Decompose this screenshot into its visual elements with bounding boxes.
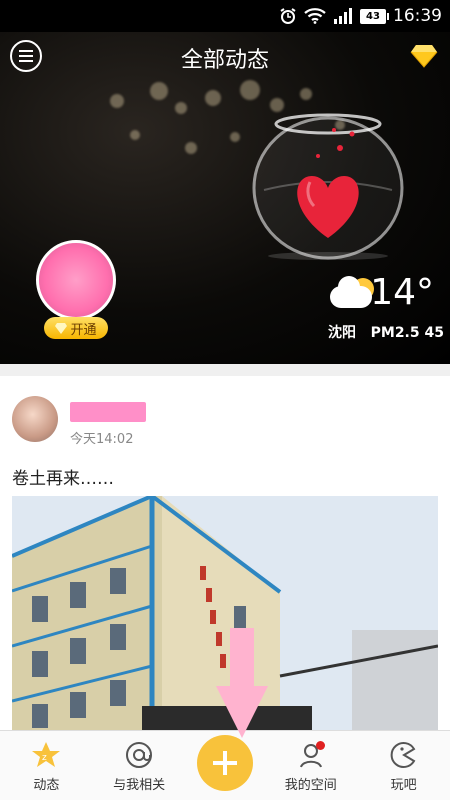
- alarm-icon: [279, 7, 297, 25]
- bokeh-light: [205, 90, 221, 106]
- bokeh-light: [300, 88, 312, 100]
- clock: 16:39: [393, 6, 442, 26]
- nav-item-feed[interactable]: z 动态: [11, 741, 81, 793]
- post-author-avatar[interactable]: [12, 396, 58, 442]
- svg-text:z: z: [42, 753, 47, 763]
- nav-label: 与我相关: [113, 778, 166, 793]
- page-title: 全部动态: [180, 48, 269, 73]
- nav-label: 动态: [33, 778, 60, 793]
- post-author-name[interactable]: [70, 402, 146, 422]
- aqi-label: PM2.5: [370, 325, 420, 341]
- heart-bowl-image: [252, 113, 404, 260]
- cloud-icon: [330, 276, 372, 308]
- weather-widget[interactable]: 14° 沈阳 PM2.5 45: [328, 272, 444, 342]
- wifi-icon: [304, 8, 326, 24]
- nav-item-mentions[interactable]: 与我相关: [104, 741, 174, 793]
- battery-icon: 43: [360, 8, 389, 24]
- app-screen: 43 16:39 全部动态 开通 14° 沈阳 PM2.5 45 今天14:02…: [0, 0, 450, 800]
- profile-icon: [296, 741, 326, 769]
- aqi-value: 45: [424, 325, 444, 341]
- bokeh-light: [230, 132, 240, 142]
- diamond-icon[interactable]: [410, 44, 438, 68]
- weather-location: 沈阳 PM2.5 45: [328, 322, 444, 342]
- post-time: 今天14:02: [70, 432, 134, 447]
- notification-dot: [315, 741, 325, 750]
- nav-item-play[interactable]: 玩吧: [369, 741, 439, 793]
- pointer-arrow-icon: [216, 628, 268, 738]
- plus-icon: [212, 751, 237, 775]
- post-text: 卷土再来……: [12, 469, 114, 489]
- city-name: 沈阳: [328, 325, 356, 341]
- cover-banner: 全部动态 开通 14° 沈阳 PM2.5 45: [0, 32, 450, 364]
- profile-avatar[interactable]: [36, 240, 116, 320]
- bokeh-light: [150, 82, 168, 100]
- open-vip-badge[interactable]: 开通: [44, 317, 108, 339]
- nav-label: 玩吧: [390, 778, 417, 793]
- temperature: 14°: [370, 272, 434, 313]
- bokeh-light: [110, 94, 124, 108]
- at-icon: [124, 741, 154, 769]
- diamond-icon: [55, 322, 68, 334]
- bokeh-light: [185, 142, 197, 154]
- signal-icon: [333, 8, 353, 24]
- star-icon: z: [31, 741, 61, 769]
- nav-item-my-space[interactable]: 我的空间: [276, 741, 346, 793]
- open-vip-label: 开通: [70, 322, 97, 338]
- bokeh-light: [130, 130, 140, 140]
- bokeh-light: [240, 80, 260, 100]
- status-bar: 43 16:39: [0, 0, 450, 32]
- bokeh-light: [175, 102, 187, 114]
- pacman-icon: [389, 741, 419, 769]
- bottom-nav: z 动态 与我相关 我的空间 玩吧: [0, 730, 450, 800]
- nav-label: 我的空间: [284, 778, 337, 793]
- add-post-button[interactable]: [196, 735, 253, 791]
